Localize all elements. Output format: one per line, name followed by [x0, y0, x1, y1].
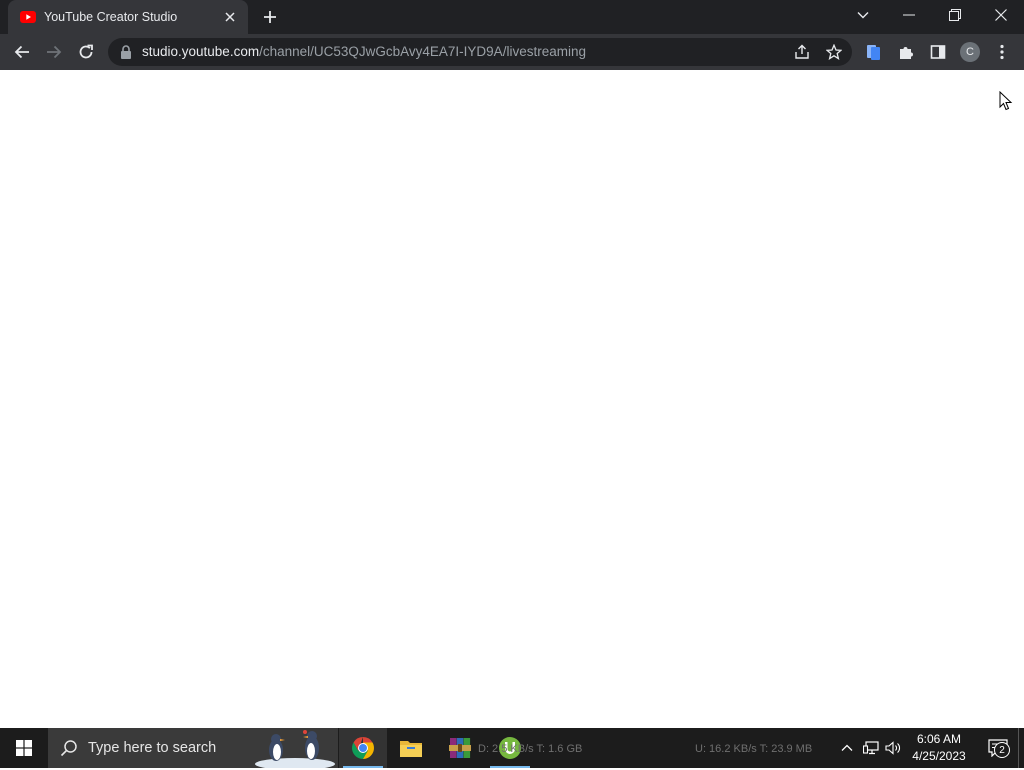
winrar-icon [449, 738, 471, 758]
taskbar-clock[interactable]: 6:06 AM 4/25/2023 [906, 731, 972, 765]
lock-icon[interactable] [120, 45, 132, 59]
browser-toolbar: studio.youtube.com/channel/UC53QJwGcbAvy… [0, 34, 1024, 70]
windows-taskbar: Type here to search D: 2.5 KB/s T: 1.6 G… [0, 728, 1024, 768]
restore-icon[interactable] [932, 0, 978, 30]
windows-logo-icon [16, 740, 32, 756]
tab-close-icon[interactable] [222, 9, 238, 25]
url-path: /channel/UC53QJwGcbAvy4EA7I-IYD9A/livest… [259, 44, 586, 59]
profile-avatar[interactable]: C [956, 38, 984, 66]
tab-title: YouTube Creator Studio [44, 10, 178, 24]
new-tab-button[interactable] [258, 6, 282, 28]
browser-tab-active[interactable]: YouTube Creator Studio [8, 0, 248, 34]
share-icon[interactable] [792, 42, 812, 62]
action-center-button[interactable]: 2 [978, 728, 1018, 768]
reload-icon[interactable] [72, 38, 100, 66]
plus-icon [264, 11, 276, 23]
address-url[interactable]: studio.youtube.com/channel/UC53QJwGcbAvy… [142, 38, 586, 66]
tab-search-chevron-icon[interactable] [840, 0, 886, 30]
mouse-cursor-icon [999, 91, 1013, 111]
search-placeholder: Type here to search [88, 740, 217, 756]
ghost-transfer-text-right: U: 16.2 KB/s T: 23.9 MB [695, 743, 813, 755]
browser-tab-strip: YouTube Creator Studio [0, 0, 1024, 34]
close-icon[interactable] [978, 0, 1024, 30]
back-icon[interactable] [8, 38, 36, 66]
taskbar-search-box[interactable]: Type here to search [48, 728, 338, 768]
notification-count-badge: 2 [994, 742, 1010, 758]
ghost-transfer-text-left: D: 2.5 KB/s T: 1.6 GB [478, 743, 583, 755]
file-explorer-icon [400, 741, 422, 757]
start-button[interactable] [0, 728, 48, 768]
taskbar-winrar-button[interactable] [436, 728, 484, 768]
search-icon [60, 740, 77, 757]
url-host: studio.youtube.com [142, 44, 260, 59]
bookmark-star-icon[interactable] [824, 42, 844, 62]
menu-kebab-icon[interactable] [988, 38, 1016, 66]
network-icon[interactable] [860, 728, 882, 768]
side-panel-icon[interactable] [924, 38, 952, 66]
minimize-icon[interactable] [886, 0, 932, 30]
show-desktop-button[interactable] [1018, 728, 1024, 768]
extensions-puzzle-icon[interactable] [892, 38, 920, 66]
page-content[interactable] [0, 70, 1024, 728]
chrome-icon [352, 737, 374, 759]
taskbar-chrome-button[interactable] [339, 728, 387, 768]
extension-docs-icon[interactable] [860, 38, 888, 66]
clock-time: 6:06 AM [916, 732, 962, 746]
youtube-icon [20, 9, 36, 25]
taskbar-file-explorer-button[interactable] [387, 728, 435, 768]
search-highlight-penguins-icon [255, 730, 335, 768]
clock-date: 4/25/2023 [912, 749, 966, 763]
show-hidden-icons-chevron[interactable] [836, 728, 858, 768]
address-bar[interactable]: studio.youtube.com/channel/UC53QJwGcbAvy… [108, 38, 852, 66]
forward-icon[interactable] [40, 38, 68, 66]
volume-icon[interactable] [882, 728, 904, 768]
profile-initial: C [960, 42, 980, 62]
